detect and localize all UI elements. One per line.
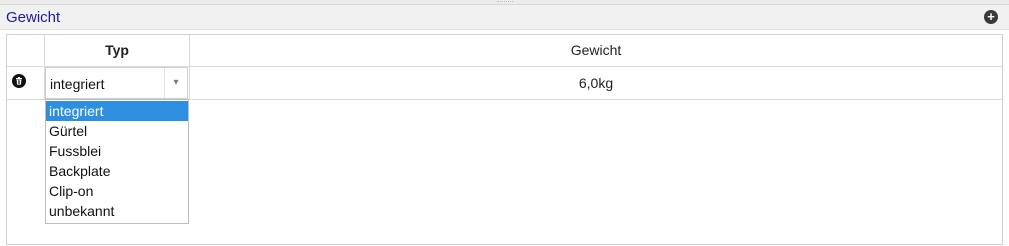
table-row: integriert ▾ 6,0kg [7,67,1002,100]
row-actions-cell [7,67,45,99]
add-row-button[interactable]: + [984,10,998,24]
resize-grip[interactable] [497,1,513,4]
typ-select-value: integriert [50,76,105,92]
column-header-gewicht[interactable]: Gewicht [190,35,1002,67]
dropdown-option-fussblei[interactable]: Fussblei [46,141,188,161]
typ-select[interactable]: integriert ▾ [45,67,188,99]
gewicht-cell[interactable]: 6,0kg [190,67,1002,99]
chevron-down-icon[interactable]: ▾ [164,68,187,98]
panel-header: Gewicht + [0,5,1009,30]
typ-cell: integriert ▾ [45,67,190,99]
trash-icon[interactable] [12,74,26,88]
dropdown-option-guertel[interactable]: Gürtel [46,121,188,141]
plus-circle-icon: + [987,9,995,24]
column-header-typ[interactable]: Typ [45,35,190,67]
dropdown-option-clip-on[interactable]: Clip-on [46,181,188,201]
weight-table: Typ Gewicht integriert ▾ 6,0kg integrier… [6,34,1003,245]
typ-dropdown-list: integriert Gürtel Fussblei Backplate Cli… [45,99,189,224]
column-header-actions [7,35,45,67]
dropdown-option-integriert[interactable]: integriert [46,101,188,121]
dropdown-option-backplate[interactable]: Backplate [46,161,188,181]
dropdown-option-unbekannt[interactable]: unbekannt [46,201,188,221]
panel-title: Gewicht [6,9,61,26]
